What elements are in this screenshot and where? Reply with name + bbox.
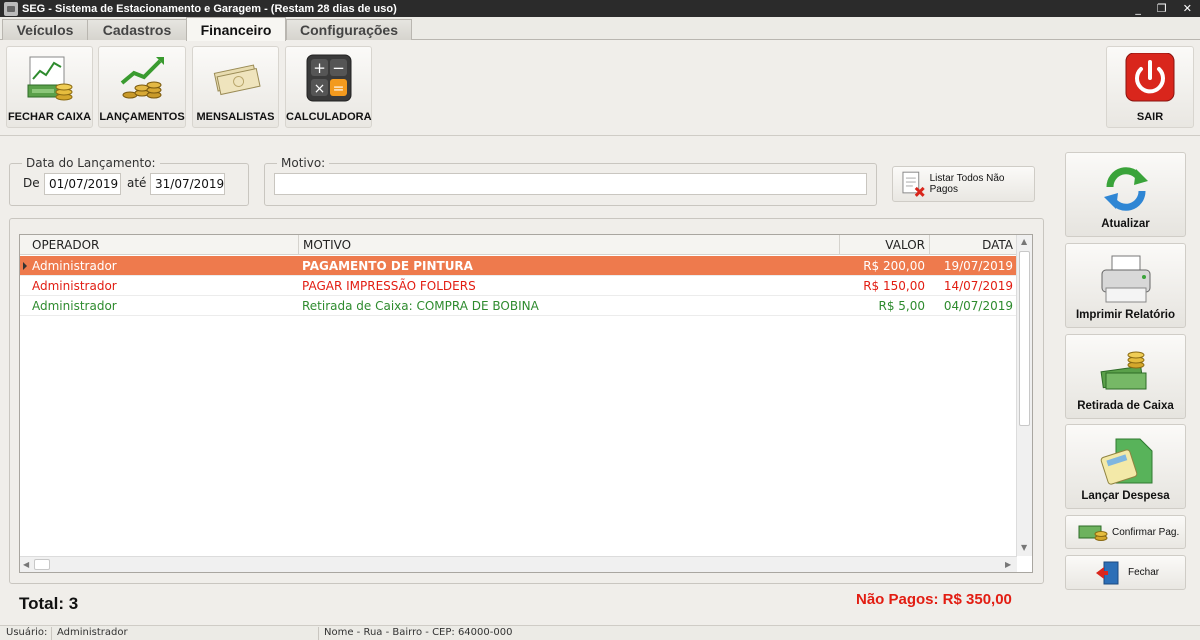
cash-register-chart-icon bbox=[27, 56, 72, 101]
main-tabs: Veículos Cadastros Financeiro Configuraç… bbox=[0, 17, 1200, 41]
table-row[interactable]: Administrador PAGAMENTO DE PINTURA R$ 20… bbox=[20, 256, 1017, 276]
svg-text:=: = bbox=[332, 81, 344, 97]
cell-valor: R$ 5,00 bbox=[878, 299, 925, 313]
sair-label: SAIR bbox=[1136, 111, 1164, 123]
lancar-despesa-label: Lançar Despesa bbox=[1081, 490, 1170, 502]
data-lancamento-legend: Data do Lançamento: bbox=[26, 156, 156, 170]
fechar-button[interactable]: Fechar bbox=[1065, 555, 1186, 590]
atualizar-label: Atualizar bbox=[1101, 218, 1150, 230]
money-notes-icon bbox=[213, 64, 261, 96]
sair-button[interactable]: SAIR bbox=[1106, 46, 1194, 128]
endereco-text: Nome - Rua - Bairro - CEP: 64000-000 bbox=[324, 627, 513, 638]
svg-text:×: × bbox=[313, 81, 325, 97]
row-indicator-icon bbox=[23, 262, 27, 270]
scroll-left-icon[interactable]: ◀ bbox=[23, 560, 29, 569]
cell-motivo: PAGAR IMPRESSÃO FOLDERS bbox=[302, 279, 476, 293]
cell-operador: Administrador bbox=[32, 279, 117, 293]
tab-veiculos[interactable]: Veículos bbox=[2, 19, 88, 40]
retirada-caixa-label: Retirada de Caixa bbox=[1077, 400, 1174, 412]
scroll-right-icon[interactable]: ▶ bbox=[1005, 560, 1011, 569]
cell-data: 19/07/2019 bbox=[943, 259, 1013, 273]
total-count: Total: 3 bbox=[19, 594, 79, 613]
lancamentos-button[interactable]: LANÇAMENTOS bbox=[98, 46, 186, 128]
motivo-legend: Motivo: bbox=[281, 156, 326, 170]
listar-nao-pagos-label: Listar Todos Não Pagos bbox=[929, 173, 1005, 195]
col-data[interactable]: DATA bbox=[929, 235, 1017, 255]
confirmar-pag-button[interactable]: Confirmar Pag. bbox=[1065, 515, 1186, 549]
ate-label: até bbox=[127, 176, 147, 190]
calculadora-label: CALCULADORA bbox=[286, 111, 372, 123]
imprimir-relatorio-label: Imprimir Relatório bbox=[1075, 309, 1176, 321]
imprimir-relatorio-button[interactable]: Imprimir Relatório bbox=[1065, 243, 1186, 328]
date-from-input[interactable]: 01/07/2019 bbox=[44, 173, 121, 195]
date-to-input[interactable]: 31/07/2019 bbox=[150, 173, 225, 195]
vertical-scroll-thumb[interactable] bbox=[1019, 251, 1030, 426]
coins-growth-icon bbox=[120, 57, 164, 99]
listar-nao-pagos-button[interactable]: Listar Todos Não Pagos bbox=[892, 166, 1035, 202]
printer-icon bbox=[1101, 255, 1150, 303]
col-operador[interactable]: OPERADOR bbox=[28, 235, 302, 255]
grid-header: OPERADOR MOTIVO VALOR DATA bbox=[20, 235, 1017, 255]
col-motivo[interactable]: MOTIVO bbox=[298, 235, 839, 255]
nao-pagos-total: Não Pagos: R$ 350,00 bbox=[856, 591, 1012, 608]
status-separator bbox=[51, 627, 52, 640]
document-cancel-icon bbox=[902, 171, 925, 197]
status-separator bbox=[318, 627, 319, 640]
horizontal-scrollbar[interactable]: ◀ ▶ bbox=[20, 556, 1017, 572]
cell-motivo: Retirada de Caixa: COMPRA DE BOBINA bbox=[302, 299, 539, 313]
scroll-down-icon[interactable]: ▼ bbox=[1021, 543, 1027, 552]
cell-data: 04/07/2019 bbox=[943, 299, 1013, 313]
fechar-caixa-label: FECHAR CAIXA bbox=[7, 111, 92, 123]
horizontal-scroll-thumb[interactable] bbox=[34, 559, 50, 570]
col-valor[interactable]: VALOR bbox=[839, 235, 929, 255]
fechar-caixa-button[interactable]: FECHAR CAIXA bbox=[6, 46, 93, 128]
tab-financeiro[interactable]: Financeiro bbox=[186, 17, 286, 41]
vertical-scrollbar[interactable]: ▲ ▼ bbox=[1016, 235, 1032, 556]
cell-operador: Administrador bbox=[32, 299, 117, 313]
status-bar: Usuário: Administrador Nome - Rua - Bair… bbox=[0, 625, 1200, 640]
svg-text:−: − bbox=[332, 59, 345, 77]
table-row[interactable]: Administrador PAGAR IMPRESSÃO FOLDERS R$… bbox=[20, 276, 1017, 296]
calculadora-button[interactable]: + − × = CALCULADORA bbox=[285, 46, 372, 128]
refresh-icon bbox=[1103, 167, 1148, 211]
power-icon bbox=[1125, 53, 1175, 102]
toolbar: FECHAR CAIXA LANÇAMENTOS MENSALISTAS + −… bbox=[0, 40, 1200, 136]
window-controls: _ ❐ ✕ bbox=[1135, 0, 1192, 17]
cell-valor: R$ 200,00 bbox=[863, 259, 925, 273]
cell-motivo: PAGAMENTO DE PINTURA bbox=[302, 259, 473, 273]
cell-valor: R$ 150,00 bbox=[863, 279, 925, 293]
scroll-up-icon[interactable]: ▲ bbox=[1021, 237, 1027, 246]
money-coins-icon bbox=[1078, 525, 1108, 541]
confirmar-pag-label: Confirmar Pag. bbox=[1112, 526, 1180, 538]
mensalistas-label: MENSALISTAS bbox=[196, 111, 275, 123]
window-title: SEG - Sistema de Estacionamento e Garage… bbox=[22, 2, 397, 15]
app-car-icon bbox=[4, 1, 18, 16]
calculator-icon: + − × = bbox=[306, 54, 351, 102]
title-bar: SEG - Sistema de Estacionamento e Garage… bbox=[0, 0, 1200, 17]
mensalistas-button[interactable]: MENSALISTAS bbox=[192, 46, 279, 128]
svg-text:+: + bbox=[313, 59, 326, 77]
minimize-icon[interactable]: _ bbox=[1135, 2, 1141, 15]
usuario-label: Usuário: bbox=[6, 627, 48, 638]
tab-configuracoes[interactable]: Configurações bbox=[286, 19, 412, 40]
folder-calculator-icon bbox=[1100, 438, 1152, 485]
table-row[interactable]: Administrador Retirada de Caixa: COMPRA … bbox=[20, 296, 1017, 316]
restore-icon[interactable]: ❐ bbox=[1157, 2, 1167, 15]
de-label: De bbox=[23, 176, 40, 190]
cell-operador: Administrador bbox=[32, 259, 117, 273]
cell-data: 14/07/2019 bbox=[943, 279, 1013, 293]
tab-cadastros[interactable]: Cadastros bbox=[87, 19, 187, 40]
lancar-despesa-button[interactable]: Lançar Despesa bbox=[1065, 424, 1186, 509]
usuario-value: Administrador bbox=[57, 627, 128, 638]
retirada-caixa-button[interactable]: Retirada de Caixa bbox=[1065, 334, 1186, 419]
lancamentos-grid: OPERADOR MOTIVO VALOR DATA Administrador… bbox=[19, 234, 1033, 573]
atualizar-button[interactable]: Atualizar bbox=[1065, 152, 1186, 237]
close-icon[interactable]: ✕ bbox=[1183, 2, 1192, 15]
lancamentos-label: LANÇAMENTOS bbox=[99, 111, 185, 123]
fechar-label: Fechar bbox=[1128, 567, 1160, 578]
exit-door-icon bbox=[1096, 561, 1119, 584]
money-stack-icon bbox=[1100, 351, 1146, 390]
motivo-input[interactable] bbox=[274, 173, 867, 195]
